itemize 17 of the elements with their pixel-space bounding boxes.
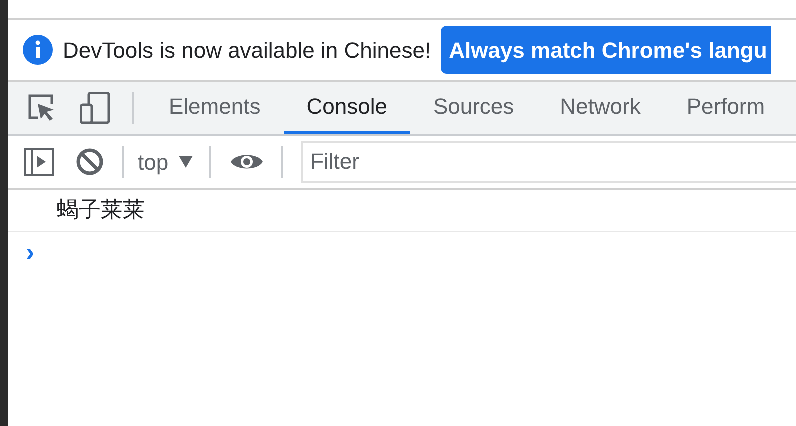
filter-field[interactable]: Filter — [300, 141, 796, 183]
panel-tab[interactable]: Elements — [146, 82, 284, 134]
inspect-element-icon[interactable] — [28, 93, 56, 123]
panel-tab[interactable]: Console — [284, 82, 410, 134]
clear-console-icon[interactable] — [76, 148, 104, 176]
context-dropdown[interactable]: top — [138, 146, 193, 178]
console-message: 蝎子莱莱 — [57, 197, 145, 225]
device-toolbar-icon[interactable] — [80, 92, 110, 124]
caret-icon — [178, 156, 193, 168]
prompt-icon[interactable]: › — [26, 239, 35, 265]
panel-tab[interactable]: Sources — [410, 82, 538, 134]
language-button[interactable]: Always match Chrome's langu — [441, 26, 772, 74]
panel-tab[interactable]: Network — [537, 82, 664, 134]
infobar-message: DevTools is now available in Chinese! — [63, 36, 432, 64]
sidebar-toggle-icon[interactable] — [24, 148, 54, 176]
panel-tab[interactable]: Perform — [664, 82, 788, 134]
info-icon — [23, 35, 53, 65]
